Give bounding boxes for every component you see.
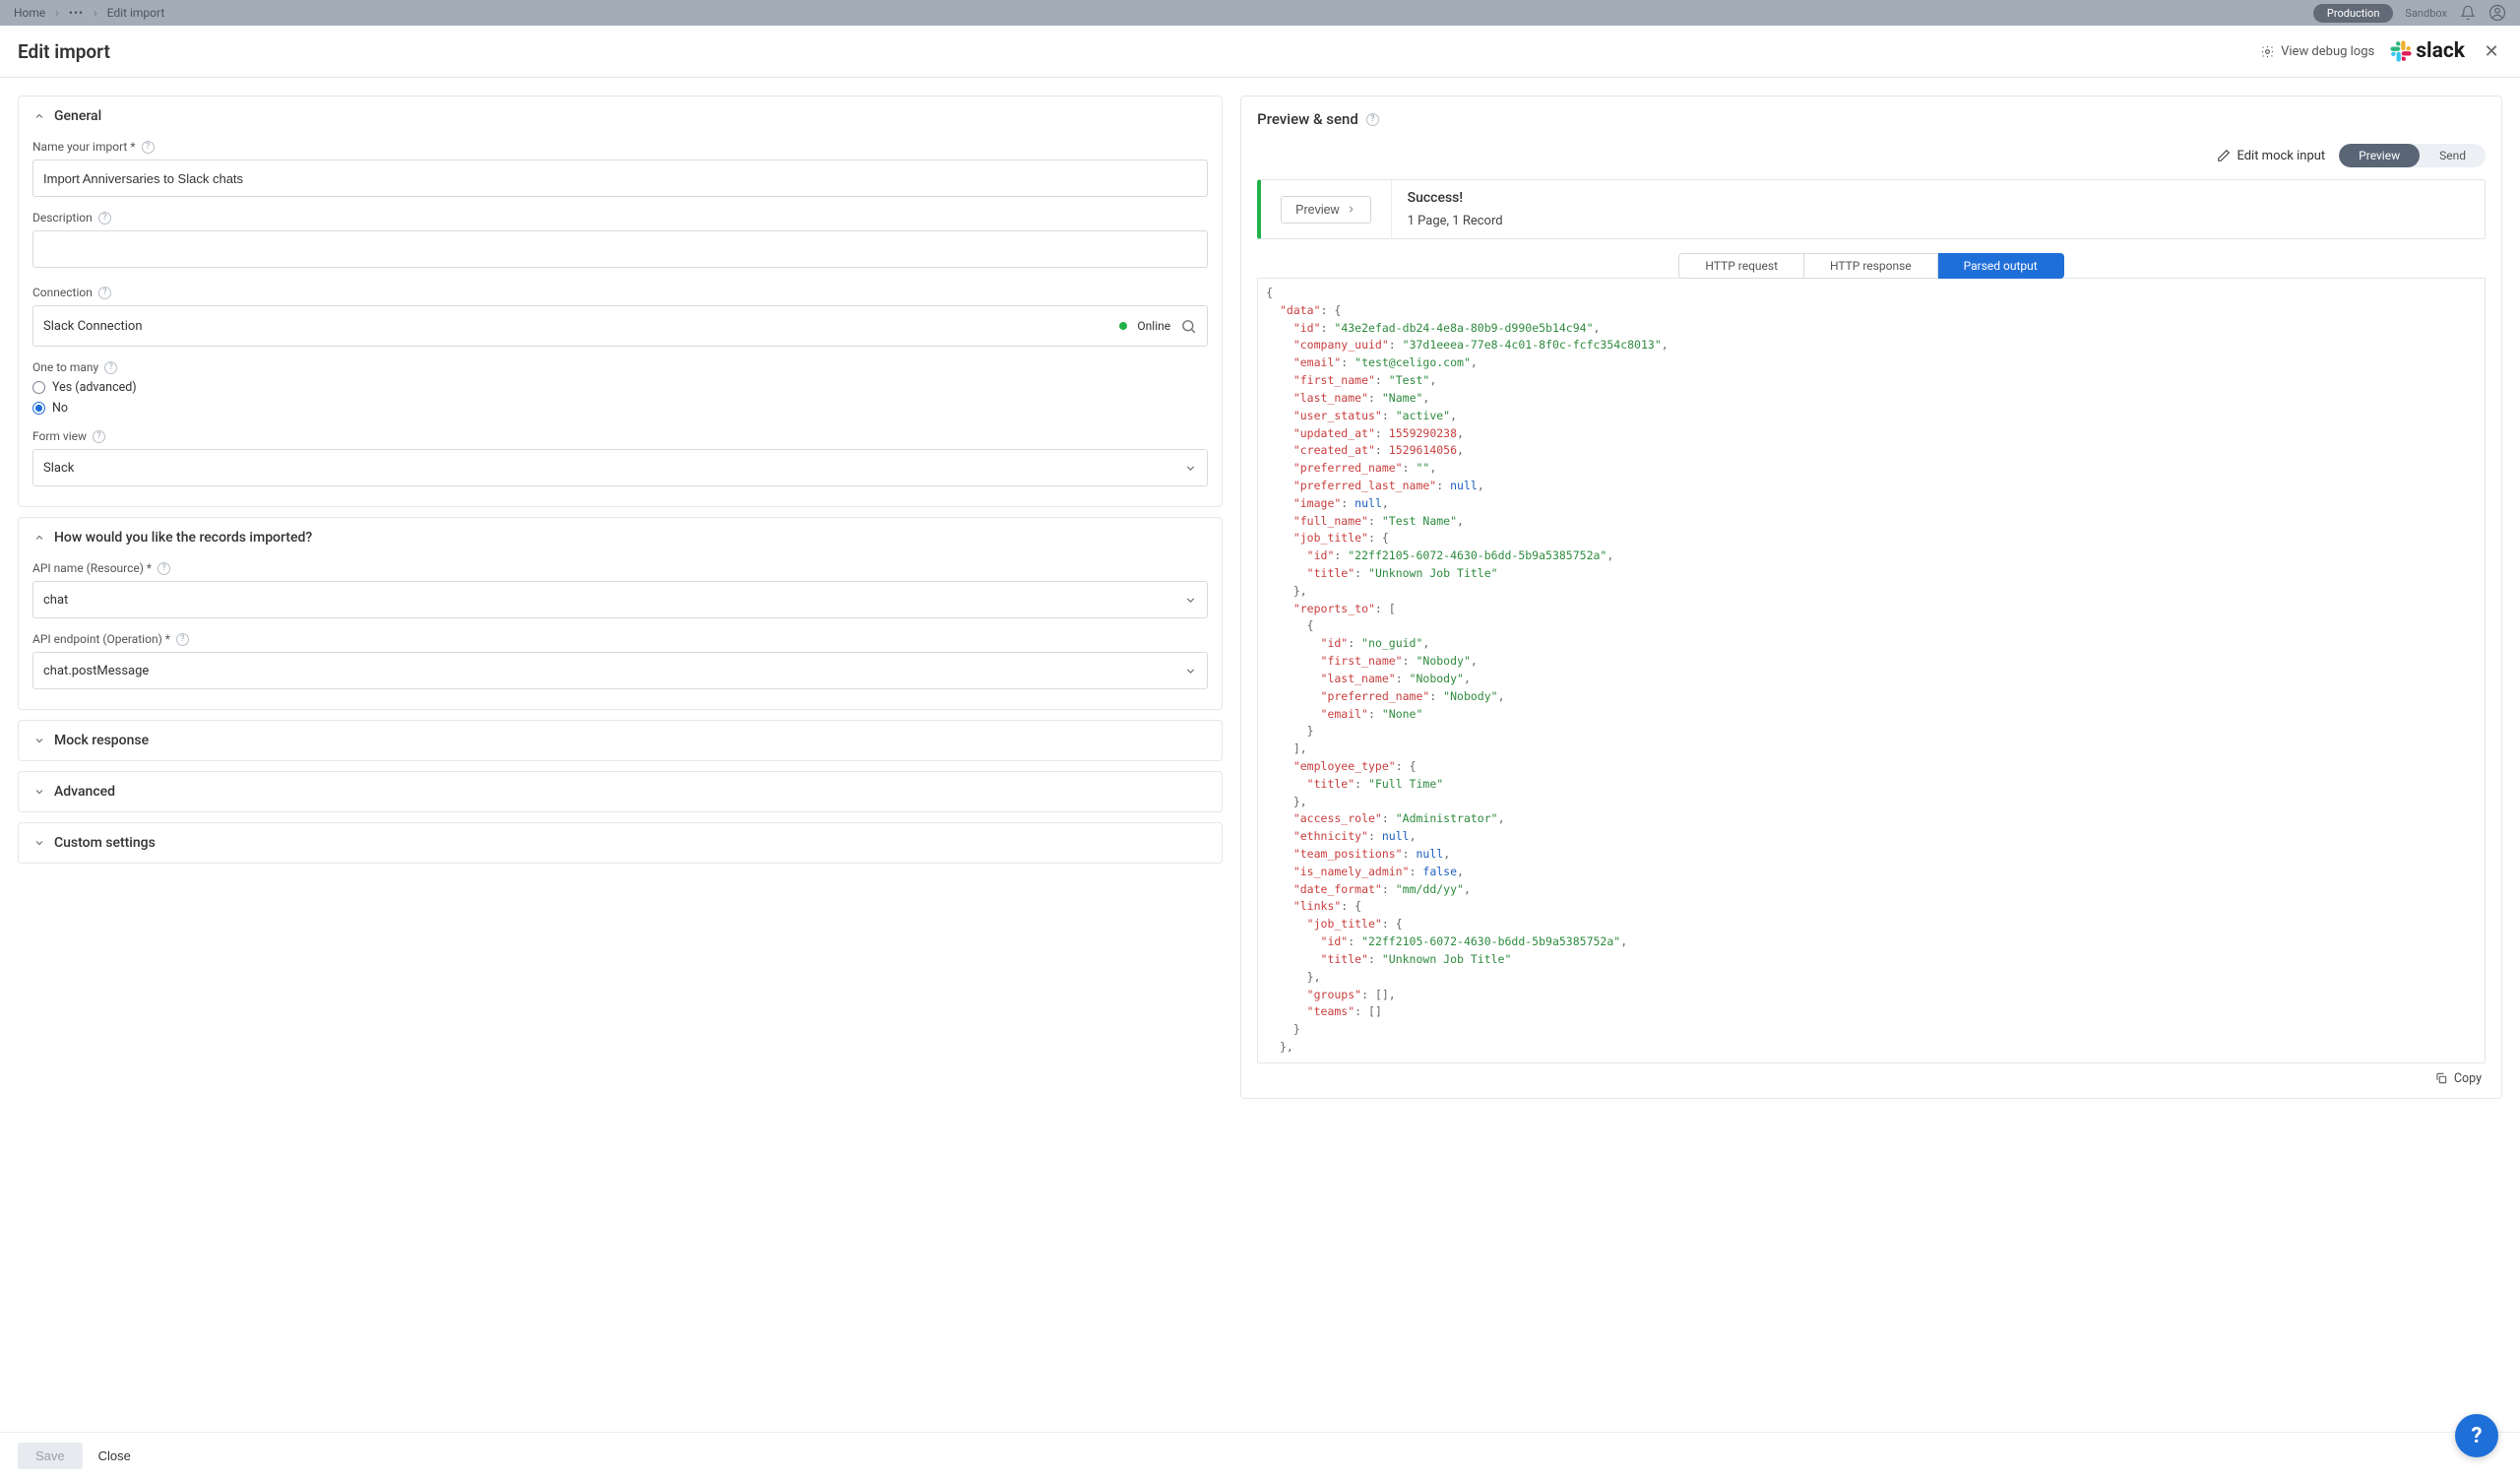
search-icon[interactable] bbox=[1180, 318, 1197, 335]
close-button[interactable]: ✕ bbox=[2481, 40, 2502, 62]
panel-general: General Name your import *? Description?… bbox=[18, 96, 1223, 507]
tab-http-request[interactable]: HTTP request bbox=[1678, 253, 1804, 279]
panel-advanced: Advanced bbox=[18, 771, 1223, 812]
panel-advanced-header[interactable]: Advanced bbox=[19, 772, 1222, 811]
breadcrumb-ellipsis[interactable]: ••• bbox=[69, 6, 84, 20]
connection-label: Connection bbox=[32, 286, 93, 299]
connection-select[interactable]: Slack Connection Online bbox=[32, 305, 1208, 347]
panel-records: How would you like the records imported?… bbox=[18, 517, 1223, 710]
tab-parsed-output[interactable]: Parsed output bbox=[1938, 253, 2064, 279]
panel-general-header[interactable]: General bbox=[19, 96, 1222, 136]
pencil-icon bbox=[2217, 149, 2231, 162]
chevron-down-icon bbox=[1184, 462, 1197, 475]
description-label: Description bbox=[32, 211, 93, 225]
bug-icon bbox=[2260, 44, 2275, 59]
slack-mark-icon bbox=[2390, 40, 2412, 62]
edit-mock-input-link[interactable]: Edit mock input bbox=[2217, 149, 2325, 163]
preview-title: Preview & send bbox=[1257, 110, 1358, 128]
help-icon[interactable]: ? bbox=[98, 212, 111, 225]
api-endpoint-select[interactable]: chat.postMessage bbox=[32, 652, 1208, 689]
help-icon[interactable]: ? bbox=[176, 633, 189, 646]
topbar: Home › ••• › Edit import Production Sand… bbox=[0, 0, 2520, 26]
help-icon[interactable]: ? bbox=[93, 430, 105, 443]
slack-logo: slack bbox=[2390, 39, 2465, 63]
copy-button[interactable]: Copy bbox=[2434, 1071, 2482, 1086]
chevron-up-icon bbox=[32, 531, 46, 545]
chevron-down-icon bbox=[1184, 594, 1197, 607]
formview-label: Form view bbox=[32, 429, 87, 443]
help-icon[interactable]: ? bbox=[98, 287, 111, 299]
preview-panel: Preview & send ? Edit mock input Preview… bbox=[1240, 96, 2502, 1099]
breadcrumb-current: Edit import bbox=[107, 6, 165, 20]
breadcrumb-home[interactable]: Home bbox=[14, 6, 45, 20]
breadcrumb: Home › ••• › Edit import bbox=[14, 6, 164, 20]
name-input[interactable] bbox=[32, 160, 1208, 197]
panel-mock-header[interactable]: Mock response bbox=[19, 721, 1222, 760]
footer: Save Close bbox=[0, 1432, 2520, 1479]
chevron-up-icon bbox=[32, 109, 46, 123]
chevron-right-icon: › bbox=[55, 6, 59, 20]
chevron-down-icon bbox=[32, 734, 46, 747]
tab-http-response[interactable]: HTTP response bbox=[1804, 253, 1938, 279]
env-sandbox[interactable]: Sandbox bbox=[2405, 7, 2447, 20]
chevron-down-icon bbox=[32, 836, 46, 850]
toggle-preview[interactable]: Preview bbox=[2339, 144, 2420, 167]
chevron-down-icon bbox=[32, 785, 46, 799]
panel-records-header[interactable]: How would you like the records imported? bbox=[19, 518, 1222, 557]
name-label: Name your import * bbox=[32, 140, 136, 154]
panel-mock-response: Mock response bbox=[18, 720, 1223, 761]
one-to-many-label: One to many bbox=[32, 360, 98, 374]
panel-custom-settings: Custom settings bbox=[18, 822, 1223, 864]
success-text: Success! bbox=[1408, 190, 1503, 206]
status-dot-icon bbox=[1119, 322, 1127, 330]
connection-status: Online bbox=[1137, 319, 1170, 333]
copy-icon bbox=[2434, 1071, 2448, 1085]
help-icon[interactable]: ? bbox=[142, 141, 155, 154]
toggle-send[interactable]: Send bbox=[2420, 144, 2486, 167]
preview-button[interactable]: Preview bbox=[1281, 196, 1370, 224]
topbar-right: Production Sandbox bbox=[2313, 4, 2506, 23]
help-icon[interactable]: ? bbox=[1366, 113, 1379, 126]
parsed-output-code[interactable]: { "data": { "id": "43e2efad-db24-4e8a-80… bbox=[1257, 278, 2486, 1063]
radio-yes[interactable]: Yes (advanced) bbox=[32, 380, 1208, 395]
user-avatar-icon[interactable] bbox=[2488, 4, 2506, 22]
api-endpoint-label: API endpoint (Operation) * bbox=[32, 632, 170, 646]
view-debug-logs-link[interactable]: View debug logs bbox=[2260, 44, 2374, 59]
help-icon[interactable]: ? bbox=[104, 361, 117, 374]
chevron-right-icon bbox=[1346, 204, 1356, 215]
radio-no[interactable]: No bbox=[32, 401, 1208, 416]
chevron-right-icon: › bbox=[94, 6, 97, 20]
help-icon[interactable]: ? bbox=[158, 562, 170, 575]
chevron-down-icon bbox=[1184, 665, 1197, 677]
page-title: Edit import bbox=[18, 40, 110, 63]
panel-custom-header[interactable]: Custom settings bbox=[19, 823, 1222, 863]
close-footer-button[interactable]: Close bbox=[98, 1443, 131, 1469]
output-tabs: HTTP request HTTP response Parsed output bbox=[1257, 253, 2486, 279]
help-bubble[interactable]: ? bbox=[2455, 1414, 2498, 1457]
status-card: Preview Success! 1 Page, 1 Record bbox=[1257, 179, 2486, 239]
formview-select[interactable]: Slack bbox=[32, 449, 1208, 486]
save-button[interactable]: Save bbox=[18, 1443, 83, 1469]
env-production-pill[interactable]: Production bbox=[2313, 4, 2393, 23]
preview-send-toggle: Preview Send bbox=[2339, 144, 2486, 167]
bell-icon[interactable] bbox=[2459, 4, 2477, 22]
api-name-select[interactable]: chat bbox=[32, 581, 1208, 618]
page-header: Edit import View debug logs slack ✕ bbox=[0, 26, 2520, 78]
page-record-text: 1 Page, 1 Record bbox=[1408, 214, 1503, 228]
api-name-label: API name (Resource) * bbox=[32, 561, 152, 575]
description-input[interactable] bbox=[32, 230, 1208, 268]
